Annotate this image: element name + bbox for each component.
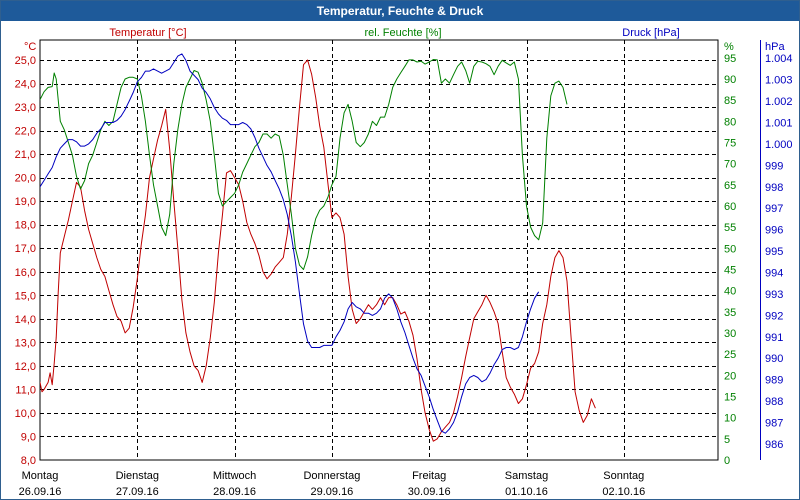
humidity-tick-label: 10: [724, 413, 736, 425]
humidity-axis-title: rel. Feuchte [%]: [364, 27, 441, 39]
humidity-tick-label: 20: [724, 370, 736, 382]
pressure-tick-label: 1.000: [765, 139, 793, 151]
plot-area: [39, 39, 719, 461]
humidity-tick-label: 85: [724, 95, 736, 107]
pressure-tick-label: 995: [765, 246, 783, 258]
x-tick-date-label: 02.10.16: [602, 486, 645, 498]
humidity-tick-label: 70: [724, 159, 736, 171]
temperature-axis-title: Temperatur [°C]: [109, 27, 186, 39]
pressure-tick-label: 1.001: [765, 118, 793, 130]
temperature-tick-label: 13,0: [15, 337, 36, 349]
temperature-unit-label: °C: [24, 41, 36, 53]
humidity-tick-label: 40: [724, 286, 736, 298]
chart-canvas: 8,0 9,0 10,0 11,0 12,0 13,0 14,0 15,0 16,0 17,0 18…: [15, 27, 793, 498]
temperature-tick-label: 10,0: [15, 408, 36, 420]
humidity-tick-label: 25: [724, 349, 736, 361]
temperature-tick-label: 17,0: [15, 243, 36, 255]
x-tick-date-label: 27.09.16: [116, 486, 159, 498]
pressure-tick-label: 986: [765, 439, 783, 451]
pressure-tick-label: 989: [765, 375, 783, 387]
x-tick-date-label: 26.09.16: [19, 486, 62, 498]
temperature-tick-label: 16,0: [15, 267, 36, 279]
pressure-tick-label: 987: [765, 418, 783, 430]
pressure-axis-title: Druck [hPa]: [622, 27, 679, 39]
humidity-tick-label: 75: [724, 137, 736, 149]
x-tick-date-label: 28.09.16: [213, 486, 256, 498]
humidity-tick-label: 80: [724, 116, 736, 128]
temperature-tick-label: 15,0: [15, 290, 36, 302]
pressure-tick-label: 996: [765, 225, 783, 237]
x-tick-day-label: Mittwoch: [213, 470, 256, 482]
x-tick-date-label: 29.09.16: [310, 486, 353, 498]
temperature-tick-label: 14,0: [15, 314, 36, 326]
humidity-tick-label: 35: [724, 307, 736, 319]
pressure-tick-label: 1.003: [765, 75, 793, 87]
x-tick-day-label: Samstag: [505, 470, 548, 482]
temperature-tick-label: 9,0: [21, 431, 36, 443]
x-tick-day-label: Dienstag: [116, 470, 159, 482]
x-tick-day-label: Donnerstag: [303, 470, 360, 482]
temperature-tick-label: 25,0: [15, 55, 36, 67]
pressure-tick-label: 994: [765, 268, 783, 280]
humidity-tick-label: 55: [724, 222, 736, 234]
pressure-tick-label: 1.004: [765, 53, 793, 65]
pressure-tick-label: 999: [765, 160, 783, 172]
temperature-tick-label: 8,0: [21, 455, 36, 467]
temperature-tick-label: 20,0: [15, 173, 36, 185]
x-tick-date-label: 01.10.16: [505, 486, 548, 498]
temperature-tick-label: 19,0: [15, 196, 36, 208]
x-tick-day-label: Freitag: [412, 470, 446, 482]
humidity-tick-label: 65: [724, 180, 736, 192]
pressure-tick-label: 1.002: [765, 96, 793, 108]
humidity-tick-label: 50: [724, 243, 736, 255]
humidity-tick-label: 60: [724, 201, 736, 213]
humidity-tick-label: 5: [724, 434, 730, 446]
humidity-tick-label: 45: [724, 264, 736, 276]
humidity-tick-label: 30: [724, 328, 736, 340]
humidity-tick-label: 0: [724, 455, 730, 467]
temperature-tick-label: 21,0: [15, 149, 36, 161]
pressure-tick-label: 997: [765, 203, 783, 215]
temperature-tick-label: 12,0: [15, 361, 36, 373]
x-tick-day-label: Sonntag: [603, 470, 644, 482]
pressure-tick-label: 993: [765, 289, 783, 301]
x-tick-date-label: 30.09.16: [408, 486, 451, 498]
pressure-tick-label: 998: [765, 182, 783, 194]
pressure-tick-label: 992: [765, 310, 783, 322]
pressure-unit-label: hPa: [765, 41, 785, 53]
humidity-tick-label: 95: [724, 53, 736, 65]
temperature-tick-label: 11,0: [15, 384, 36, 396]
pressure-tick-label: 990: [765, 353, 783, 365]
humidity-unit-label: %: [724, 41, 734, 53]
humidity-tick-label: 90: [724, 74, 736, 86]
temperature-tick-label: 18,0: [15, 220, 36, 232]
humidity-tick-label: 15: [724, 391, 736, 403]
temperature-tick-label: 24,0: [15, 79, 36, 91]
x-tick-day-label: Montag: [22, 470, 59, 482]
temperature-tick-label: 22,0: [15, 126, 36, 138]
pressure-tick-label: 991: [765, 332, 783, 344]
pressure-tick-label: 988: [765, 396, 783, 408]
temperature-tick-label: 23,0: [15, 102, 36, 114]
